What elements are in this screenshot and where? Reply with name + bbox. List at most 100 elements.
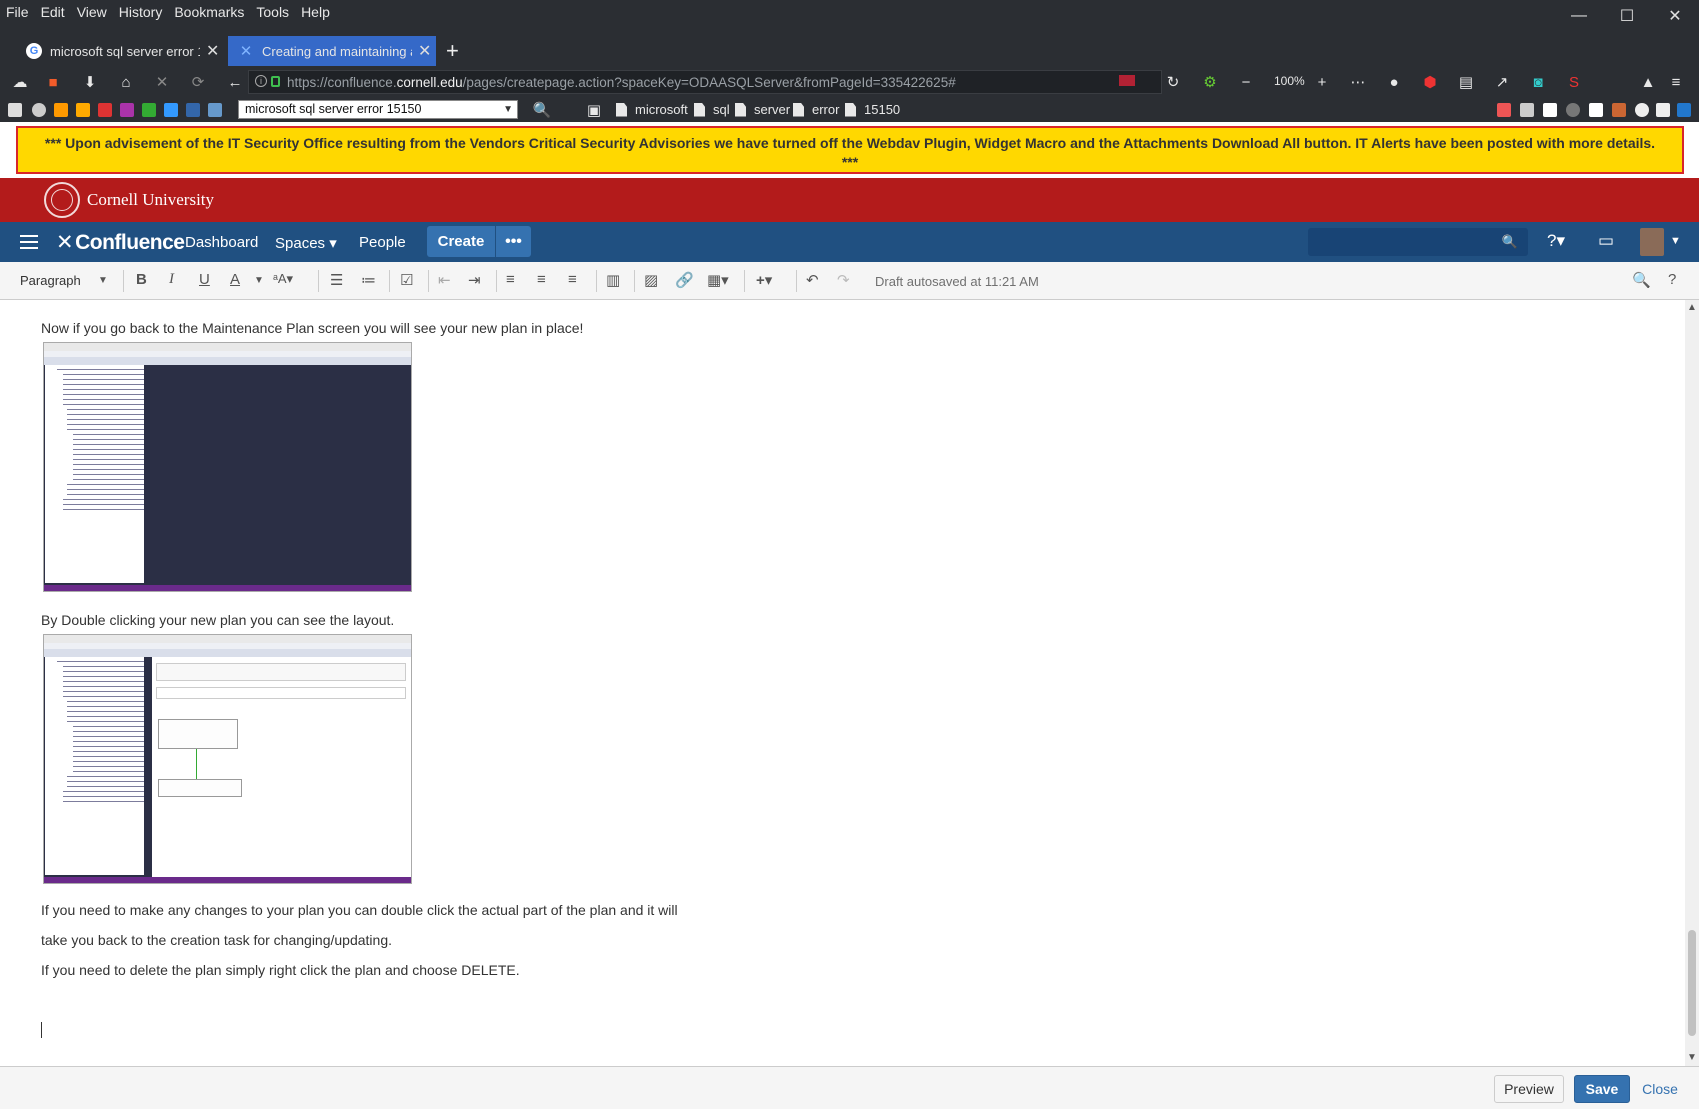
bold-icon[interactable]: B [136, 271, 147, 288]
extension-icon[interactable]: ● [1384, 72, 1404, 92]
reload-icon[interactable]: ↻ [1163, 72, 1183, 92]
cornell-university-wordmark[interactable]: Cornell University [87, 190, 214, 210]
indent-icon[interactable]: ⇥ [468, 271, 481, 289]
more-create-button[interactable]: ••• [496, 226, 531, 257]
menu-view[interactable]: View [71, 4, 113, 20]
search-icon[interactable]: 🔍 [1632, 271, 1651, 289]
info-icon[interactable]: i [255, 75, 267, 87]
editor-scrollbar[interactable]: ▲ ▼ [1685, 300, 1699, 1066]
shield-icon[interactable]: ⬢ [1420, 72, 1440, 92]
chevron-down-icon[interactable]: ▼ [254, 275, 264, 286]
underline-icon[interactable]: U [199, 271, 210, 288]
bookmark-icon[interactable] [1656, 103, 1670, 117]
close-tab-icon[interactable]: ✕ [206, 41, 219, 61]
outlook-icon[interactable] [1677, 103, 1691, 117]
scrollbar-thumb[interactable] [1688, 930, 1696, 1036]
extension-icon[interactable]: ▲ [1638, 72, 1658, 92]
bookmark-icon[interactable] [142, 103, 156, 117]
search-input[interactable]: microsoft sql server error 15150 ▼ [238, 100, 518, 119]
facebook-icon[interactable] [186, 103, 200, 117]
zoom-level[interactable]: 100% [1274, 74, 1305, 88]
zoom-in-icon[interactable]: + [1312, 72, 1332, 92]
bookmark-icon[interactable] [8, 103, 22, 117]
task-list-icon[interactable]: ☑ [400, 271, 413, 289]
chevron-down-icon[interactable]: ▼ [98, 275, 108, 286]
youtube-icon[interactable] [98, 103, 112, 117]
menu-tools[interactable]: Tools [250, 4, 295, 20]
editor-content[interactable]: Now if you go back to the Maintenance Pl… [0, 300, 1699, 1066]
bookmark-error[interactable]: error [793, 102, 839, 117]
new-tab-button[interactable]: + [446, 40, 459, 62]
download-icon[interactable]: ⬇ [80, 72, 100, 92]
maximize-icon[interactable]: ☐ [1603, 0, 1651, 32]
insert-more-icon[interactable]: +▾ [756, 271, 772, 289]
close-window-icon[interactable]: ✕ [1651, 0, 1699, 32]
minimize-icon[interactable]: — [1555, 0, 1603, 32]
menu-bookmarks[interactable]: Bookmarks [168, 4, 250, 20]
notifications-icon[interactable]: ▭ [1598, 231, 1614, 251]
paragraph-style-select[interactable]: Paragraph [20, 273, 81, 288]
bookmark-icon[interactable] [32, 103, 46, 117]
bookmark-icon[interactable] [1520, 103, 1534, 117]
hamburger-menu-icon[interactable] [20, 235, 38, 249]
align-right-icon[interactable]: ≡ [568, 271, 577, 288]
extension-icon[interactable]: S [1564, 72, 1584, 92]
cornell-seal-logo[interactable] [44, 182, 80, 218]
menu-edit[interactable]: Edit [35, 4, 71, 20]
text-color-icon[interactable]: A [230, 271, 240, 288]
link-icon[interactable]: 🔗 [675, 271, 694, 289]
insert-image-icon[interactable]: ▨ [644, 271, 658, 289]
preview-button[interactable]: Preview [1494, 1075, 1564, 1103]
bookmark-microsoft[interactable]: microsoft [616, 102, 688, 117]
scroll-up-icon[interactable]: ▲ [1687, 302, 1697, 313]
extension-icon[interactable]: ↗ [1492, 72, 1512, 92]
extension-icon[interactable]: ▤ [1456, 72, 1476, 92]
page-layout-icon[interactable]: ▥ [606, 271, 620, 289]
confluence-logo[interactable]: ✕Confluence [56, 230, 185, 255]
bookmark-icon[interactable] [1612, 103, 1626, 117]
back-icon[interactable]: ← [225, 72, 245, 92]
extension-icon[interactable]: ■ [43, 72, 63, 92]
bookmark-icon[interactable] [76, 103, 90, 117]
addon-icon[interactable]: ⚙ [1200, 72, 1220, 92]
gear-icon[interactable] [1635, 103, 1649, 117]
undo-icon[interactable]: ↶ [806, 271, 819, 289]
zoom-out-icon[interactable]: − [1236, 72, 1256, 92]
bookmark-icon[interactable] [164, 103, 178, 117]
bookmark-15150[interactable]: 15150 [845, 102, 900, 117]
nav-dashboard[interactable]: Dashboard [185, 234, 258, 251]
italic-icon[interactable]: I [169, 271, 174, 288]
outdent-icon[interactable]: ⇤ [438, 271, 451, 289]
menu-help[interactable]: Help [295, 4, 336, 20]
amazon-icon[interactable] [54, 103, 68, 117]
bookmark-icon[interactable] [1566, 103, 1580, 117]
bookmark-sql[interactable]: sql [694, 102, 730, 117]
avatar[interactable] [1640, 228, 1664, 256]
align-center-icon[interactable]: ≡ [537, 271, 546, 288]
create-button[interactable]: Create [427, 226, 495, 257]
bookmark-icon[interactable] [208, 103, 222, 117]
tab-confluence[interactable]: ✕ Creating and maintaining a Maintenance… [228, 36, 436, 66]
bookmark-icon[interactable] [1497, 103, 1511, 117]
chevron-down-icon[interactable]: ▼ [503, 101, 513, 118]
help-icon[interactable]: ? [1668, 271, 1676, 288]
close-tab-icon[interactable]: ✕ [418, 41, 431, 61]
close-button[interactable]: Close [1638, 1075, 1682, 1103]
text-format-icon[interactable]: ᵃA▾ [273, 271, 293, 287]
sync-icon[interactable]: ⟳ [188, 72, 208, 92]
bookmark-server[interactable]: server [735, 102, 790, 117]
search-icon[interactable]: 🔍 [532, 100, 552, 120]
overflow-icon[interactable]: ⋯ [1348, 72, 1368, 92]
bookmark-icon[interactable] [120, 103, 134, 117]
hamburger-menu-icon[interactable]: ≡ [1666, 72, 1686, 92]
bookmark-icon[interactable]: ▣ [584, 100, 604, 120]
home-icon[interactable]: ⌂ [116, 72, 136, 92]
maintenance-plan-screenshot[interactable] [43, 342, 412, 592]
table-icon[interactable]: ▦▾ [707, 271, 729, 289]
nav-people[interactable]: People [359, 234, 406, 251]
scroll-down-icon[interactable]: ▼ [1687, 1052, 1697, 1063]
menu-file[interactable]: File [0, 4, 35, 20]
help-icon[interactable]: ?▾ [1547, 231, 1565, 251]
numbered-list-icon[interactable]: ≔ [361, 271, 376, 289]
address-bar[interactable]: i https://confluence.cornell.edu/pages/c… [248, 70, 1162, 94]
